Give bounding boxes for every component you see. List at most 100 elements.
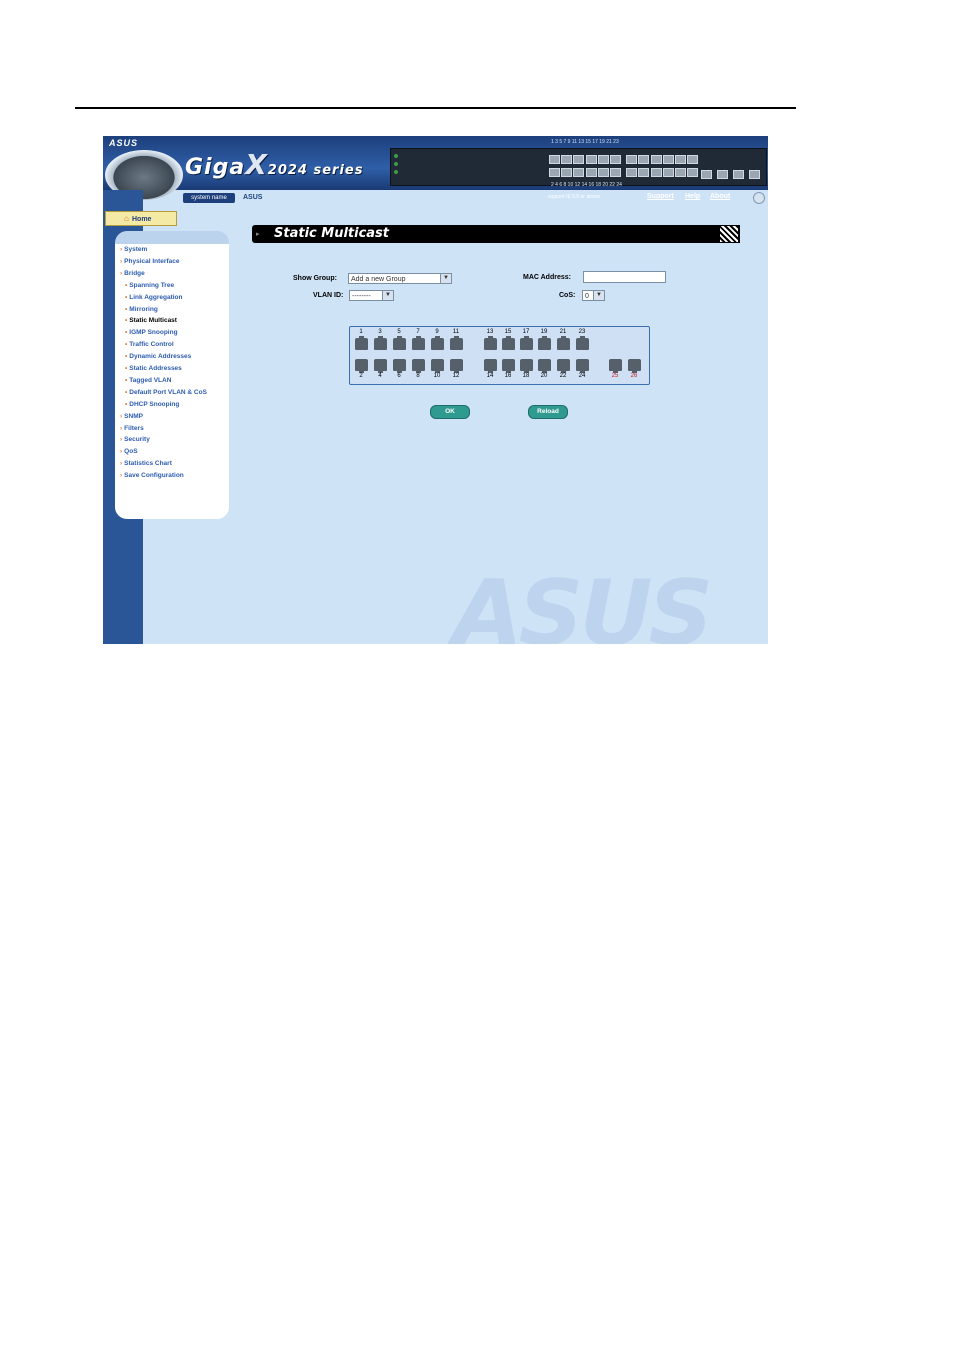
panel-port xyxy=(585,155,597,164)
uplink-port[interactable] xyxy=(609,359,622,373)
port-odd[interactable] xyxy=(576,336,589,350)
port-number-bottom: 22 xyxy=(559,373,567,379)
port-number-top: 13 xyxy=(486,329,494,335)
port-even[interactable] xyxy=(576,359,589,373)
sidebar-item[interactable]: • Link Aggregation xyxy=(125,294,182,301)
brand-x: X xyxy=(245,148,268,181)
bullet-icon: › xyxy=(120,460,123,468)
front-panel-image: 1 3 5 7 9 11 13 15 17 19 21 23 2 4 6 8 1… xyxy=(390,139,767,188)
port-odd[interactable] xyxy=(557,336,570,350)
sidebar-item-label: Statistics Chart xyxy=(124,460,172,468)
bullet-icon: • xyxy=(125,329,128,337)
port-number-top: 21 xyxy=(559,329,567,335)
home-tab[interactable]: ⌂ Home xyxy=(105,211,177,226)
sidebar-item[interactable]: › Physical Interface xyxy=(120,258,179,265)
sidebar-item-label: Security xyxy=(124,436,150,444)
mac-address-input[interactable] xyxy=(583,271,666,283)
bullet-icon: • xyxy=(125,376,128,384)
about-link[interactable]: About xyxy=(710,193,730,200)
mac-address-label: MAC Address: xyxy=(523,274,571,281)
port-number-top: 23 xyxy=(578,329,586,335)
sidebar-item[interactable]: • Mirroring xyxy=(125,306,158,313)
reload-button[interactable]: Reload xyxy=(528,405,568,419)
sidebar-item[interactable]: › Save Configuration xyxy=(120,472,184,479)
sidebar-item[interactable]: • Static Addresses xyxy=(125,365,182,372)
panel-port xyxy=(662,168,674,177)
port-number-top: 7 xyxy=(416,329,420,335)
bullet-icon: › xyxy=(120,436,123,444)
sidebar-item-label: SNMP xyxy=(124,412,143,420)
port-number-top: 5 xyxy=(397,329,401,335)
port-odd[interactable] xyxy=(374,336,387,350)
refresh-icon[interactable] xyxy=(753,192,765,204)
port-even[interactable] xyxy=(393,359,406,373)
port-odd[interactable] xyxy=(431,336,444,350)
port-odd[interactable] xyxy=(538,336,551,350)
port-number-bottom: 16 xyxy=(504,373,512,379)
sidebar-item[interactable]: • IGMP Snooping xyxy=(125,329,178,336)
product-brand: GigaX2024 series xyxy=(185,148,363,181)
sidebar-item[interactable]: • Dynamic Addresses xyxy=(125,353,191,360)
support-note: support IE 5.5 or above xyxy=(548,194,600,200)
ok-button[interactable]: OK xyxy=(430,405,470,419)
port-even[interactable] xyxy=(520,359,533,373)
sidebar-item[interactable]: › Bridge xyxy=(120,270,145,277)
port-number-top: 9 xyxy=(435,329,439,335)
port-number-bottom: 6 xyxy=(397,373,401,379)
port-number-top: 3 xyxy=(378,329,382,335)
sidebar-item[interactable]: › Filters xyxy=(120,425,144,432)
cos-select[interactable]: 0 ▼ xyxy=(582,290,605,301)
show-group-select[interactable]: Add a new Group ▼ xyxy=(348,273,452,284)
port-odd[interactable] xyxy=(355,336,368,350)
port-even[interactable] xyxy=(412,359,425,373)
sidebar-item[interactable]: • Static Multicast xyxy=(125,317,177,324)
port-odd[interactable] xyxy=(502,336,515,350)
panel-top-numbers: 1 3 5 7 9 11 13 15 17 19 21 23 xyxy=(551,139,619,145)
sidebar-item[interactable]: › SNMP xyxy=(120,413,143,420)
port-even[interactable] xyxy=(538,359,551,373)
port-even[interactable] xyxy=(374,359,387,373)
port-even[interactable] xyxy=(450,359,463,373)
uplink-port-number: 26 xyxy=(630,373,638,379)
port-odd[interactable] xyxy=(393,336,406,350)
panel-port xyxy=(597,168,609,177)
port-number-bottom: 20 xyxy=(540,373,548,379)
uplink-port[interactable] xyxy=(628,359,641,373)
port-number-top: 1 xyxy=(359,329,363,335)
system-name-label: system name xyxy=(183,193,235,203)
port-number-bottom: 2 xyxy=(359,373,363,379)
sidebar-item[interactable]: • Default Port VLAN & CoS xyxy=(125,389,207,396)
vlan-id-select[interactable]: -------- ▼ xyxy=(349,290,394,301)
sidebar-item[interactable]: › Statistics Chart xyxy=(120,460,172,467)
sidebar-item[interactable]: › QoS xyxy=(120,448,138,455)
port-odd[interactable] xyxy=(412,336,425,350)
panel-port xyxy=(687,168,699,177)
sidebar-item[interactable]: › System xyxy=(120,246,147,253)
sidebar-item-label: Static Addresses xyxy=(129,365,182,372)
port-even[interactable] xyxy=(484,359,497,373)
sidebar-item-label: Save Configuration xyxy=(124,472,184,480)
chevron-down-icon: ▼ xyxy=(593,291,604,300)
port-odd[interactable] xyxy=(484,336,497,350)
sidebar-item[interactable]: • Spanning Tree xyxy=(125,282,174,289)
title-arrow-icon: ▸ xyxy=(256,231,260,238)
sidebar-item[interactable]: • Traffic Control xyxy=(125,341,174,348)
help-link[interactable]: Help xyxy=(685,193,700,200)
sidebar-nav: › System › Physical Interface › Bridge • Spanni… xyxy=(115,231,229,519)
bullet-icon: • xyxy=(125,305,128,313)
port-odd[interactable] xyxy=(520,336,533,350)
port-odd[interactable] xyxy=(450,336,463,350)
port-even[interactable] xyxy=(431,359,444,373)
port-even[interactable] xyxy=(355,359,368,373)
panel-port xyxy=(573,155,585,164)
brand-series: 2024 series xyxy=(267,163,364,178)
support-link[interactable]: Support xyxy=(647,193,674,200)
port-even[interactable] xyxy=(502,359,515,373)
sidebar-item-label: Tagged VLAN xyxy=(129,376,172,384)
sidebar-item-label: Physical Interface xyxy=(124,257,180,265)
port-even[interactable] xyxy=(557,359,570,373)
sidebar-item[interactable]: • Tagged VLAN xyxy=(125,377,171,384)
sidebar-item[interactable]: • DHCP Snooping xyxy=(125,401,179,408)
panel-bottom-numbers: 2 4 6 8 10 12 14 16 18 20 22 24 xyxy=(551,182,622,188)
sidebar-item[interactable]: › Security xyxy=(120,436,150,443)
